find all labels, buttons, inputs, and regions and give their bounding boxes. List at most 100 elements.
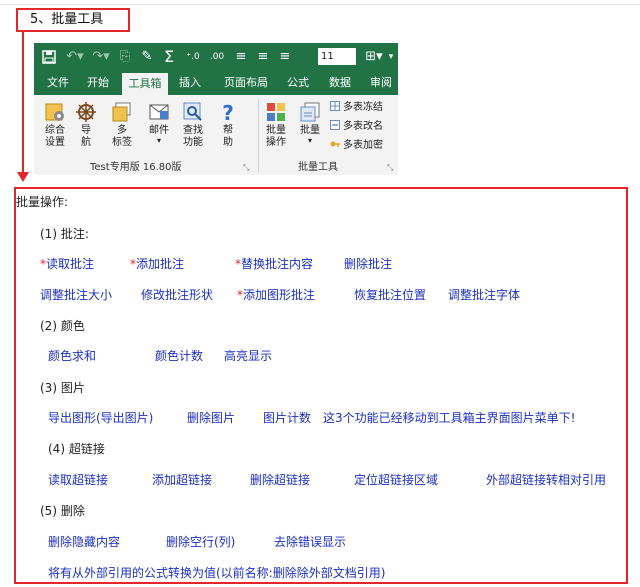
section-picture-title: (3) 图片 bbox=[40, 381, 85, 395]
batch-op-icon bbox=[267, 103, 285, 121]
locate-hyperlink-area-link[interactable]: 定位超链接区域 bbox=[354, 472, 438, 488]
content-title: 批量操作: bbox=[16, 195, 69, 209]
tool-batch-button[interactable]: 批量 ▾ bbox=[296, 101, 324, 145]
add-shape-comment-link[interactable]: *添加图形批注 bbox=[237, 287, 315, 303]
tabs-icon bbox=[112, 102, 131, 122]
delete-hidden-content-link[interactable]: 删除隐藏内容 bbox=[48, 534, 120, 550]
moved-note: 这3个功能已经移动到工具箱主界面图片菜单下! bbox=[323, 411, 576, 425]
tool-navigation-button[interactable]: 导 航 bbox=[74, 101, 98, 149]
help-icon: ? bbox=[222, 101, 234, 123]
count-pictures-link[interactable]: 图片计数 bbox=[263, 410, 311, 426]
delete-hyperlink-link[interactable]: 删除超链接 bbox=[250, 472, 310, 488]
top-divider bbox=[0, 4, 640, 5]
tab-review[interactable]: 审阅 bbox=[364, 71, 398, 95]
add-comment-link[interactable]: *添加批注 bbox=[130, 256, 184, 272]
excel-ribbon: ↶▾ ↷▾ ⎘ ✎ Σ ⁺.0 .00 ≡ ≡ ≡ 11 ⊞▾ ▾ 文件 开始 … bbox=[34, 43, 398, 175]
tab-toolbox[interactable]: 工具箱 bbox=[122, 73, 168, 95]
ribbon-tabs: 文件 开始 工具箱 插入 页面布局 公式 数据 审阅 bbox=[34, 71, 398, 95]
group-separator bbox=[258, 99, 259, 173]
autosum-icon[interactable]: Σ bbox=[160, 47, 178, 67]
tab-page-layout[interactable]: 页面布局 bbox=[218, 71, 274, 95]
color-count-link[interactable]: 颜色计数 bbox=[155, 348, 203, 364]
link-text: 添加图形批注 bbox=[243, 288, 316, 302]
tab-data[interactable]: 数据 bbox=[322, 71, 358, 95]
tool-settings-button[interactable]: 综合 设置 bbox=[40, 101, 70, 149]
tool-label: 查找 功能 bbox=[183, 125, 203, 148]
batch-operations-box bbox=[14, 187, 628, 584]
tool-batch-operation-button[interactable]: 批量 操作 bbox=[262, 101, 290, 149]
group-launcher-icon[interactable]: ⤡ bbox=[387, 163, 393, 173]
tool-label: 综合 设置 bbox=[45, 125, 65, 148]
color-sum-link[interactable]: 颜色求和 bbox=[48, 348, 96, 364]
tool-mail-button[interactable]: 邮件 ▾ bbox=[144, 101, 174, 145]
tool-label: 多 标签 bbox=[112, 125, 132, 148]
tab-insert[interactable]: 插入 bbox=[172, 71, 208, 95]
undo-icon[interactable]: ↶▾ bbox=[64, 47, 86, 67]
group-label-batch-tools: 批量工具 bbox=[298, 162, 338, 173]
gear-board-icon bbox=[45, 103, 64, 121]
callout-arrow-head bbox=[17, 172, 29, 182]
helm-icon bbox=[76, 102, 96, 122]
rename-icon bbox=[330, 120, 340, 130]
multi-sheet-freeze-button[interactable]: 多表冻结 bbox=[330, 101, 383, 115]
section-delete-title: (5) 删除 bbox=[40, 504, 85, 518]
increase-decimal-icon[interactable]: ⁺.0 bbox=[182, 47, 204, 67]
dropdown-arrow-icon: ▾ bbox=[307, 136, 312, 145]
section-title: 5、批量工具 bbox=[16, 8, 130, 32]
read-comment-link[interactable]: *读取批注 bbox=[40, 256, 94, 272]
group-label-toolbox: Test专用版 16.80版 bbox=[90, 162, 182, 173]
export-shapes-link[interactable]: 导出图形(导出图片) bbox=[48, 410, 153, 426]
align-center-icon[interactable]: ≡ bbox=[254, 47, 272, 67]
read-hyperlink-link[interactable]: 读取超链接 bbox=[48, 472, 108, 488]
multi-sheet-encrypt-button[interactable]: 多表加密 bbox=[330, 139, 383, 153]
align-left-icon[interactable]: ≡ bbox=[232, 47, 250, 67]
grid-icon bbox=[330, 101, 340, 111]
small-tool-label: 多表加密 bbox=[343, 140, 383, 151]
batch-icon bbox=[300, 102, 320, 122]
delete-comment-link[interactable]: 删除批注 bbox=[344, 256, 392, 272]
save-icon[interactable] bbox=[40, 47, 58, 67]
mail-icon bbox=[149, 104, 169, 120]
section-color-title: (2) 颜色 bbox=[40, 319, 85, 333]
add-hyperlink-link[interactable]: 添加超链接 bbox=[152, 472, 212, 488]
align-right-icon[interactable]: ≡ bbox=[276, 47, 294, 67]
paste-format-icon[interactable]: ⎘ bbox=[116, 47, 134, 67]
external-link-to-relative-link[interactable]: 外部超链接转相对引用 bbox=[486, 472, 606, 488]
tool-find-button[interactable]: 查找 功能 bbox=[178, 101, 208, 149]
borders-icon[interactable]: ⊞▾ bbox=[362, 47, 386, 67]
replace-comment-link[interactable]: *替换批注内容 bbox=[235, 256, 313, 272]
section-hyperlink-title: (4) 超链接 bbox=[48, 442, 105, 456]
highlight-link[interactable]: 高亮显示 bbox=[224, 348, 272, 364]
adjust-comment-font-link[interactable]: 调整批注字体 bbox=[448, 287, 520, 303]
group-launcher-icon[interactable]: ⤡ bbox=[243, 163, 249, 173]
tool-multi-tab-button[interactable]: 多 标签 bbox=[108, 101, 136, 149]
delete-pictures-link[interactable]: 删除图片 bbox=[187, 410, 235, 426]
restore-comment-position-link[interactable]: 恢复批注位置 bbox=[354, 287, 426, 303]
font-size-combo[interactable]: 11 bbox=[318, 48, 356, 65]
tool-label: 帮 助 bbox=[223, 125, 233, 148]
tab-formulas[interactable]: 公式 bbox=[280, 71, 316, 95]
delete-empty-rows-link[interactable]: 删除空行(列) bbox=[166, 534, 235, 550]
find-icon bbox=[183, 102, 202, 121]
link-text: 添加批注 bbox=[136, 257, 185, 271]
callout-arrow-line bbox=[22, 32, 24, 174]
reshape-comment-link[interactable]: 修改批注形状 bbox=[141, 287, 213, 303]
small-tool-label: 多表改名 bbox=[343, 121, 383, 132]
key-icon bbox=[330, 141, 340, 147]
tab-home[interactable]: 开始 bbox=[80, 71, 116, 95]
tool-label: 导 航 bbox=[81, 125, 91, 148]
format-painter-icon[interactable]: ✎ bbox=[138, 47, 156, 67]
resize-comment-link[interactable]: 调整批注大小 bbox=[40, 287, 112, 303]
quick-access-toolbar: ↶▾ ↷▾ ⎘ ✎ Σ ⁺.0 .00 ≡ ≡ ≡ 11 ⊞▾ ▾ bbox=[34, 43, 398, 71]
customize-qat-icon[interactable]: ▾ bbox=[386, 47, 396, 67]
svg-text:?: ? bbox=[222, 101, 234, 123]
dropdown-arrow-icon: ▾ bbox=[156, 136, 161, 145]
remove-error-display-link[interactable]: 去除错误显示 bbox=[274, 534, 346, 550]
tool-help-button[interactable]: ? 帮 助 bbox=[216, 101, 240, 149]
decrease-decimal-icon[interactable]: .00 bbox=[206, 47, 228, 67]
redo-icon[interactable]: ↷▾ bbox=[90, 47, 112, 67]
tab-file[interactable]: 文件 bbox=[40, 71, 76, 95]
multi-sheet-rename-button[interactable]: 多表改名 bbox=[330, 120, 383, 134]
convert-external-formulas-link[interactable]: 将有从外部引用的公式转换为值(以前名称:删除除外部文档引用) bbox=[48, 565, 385, 581]
tool-label: 批量 操作 bbox=[266, 125, 286, 148]
